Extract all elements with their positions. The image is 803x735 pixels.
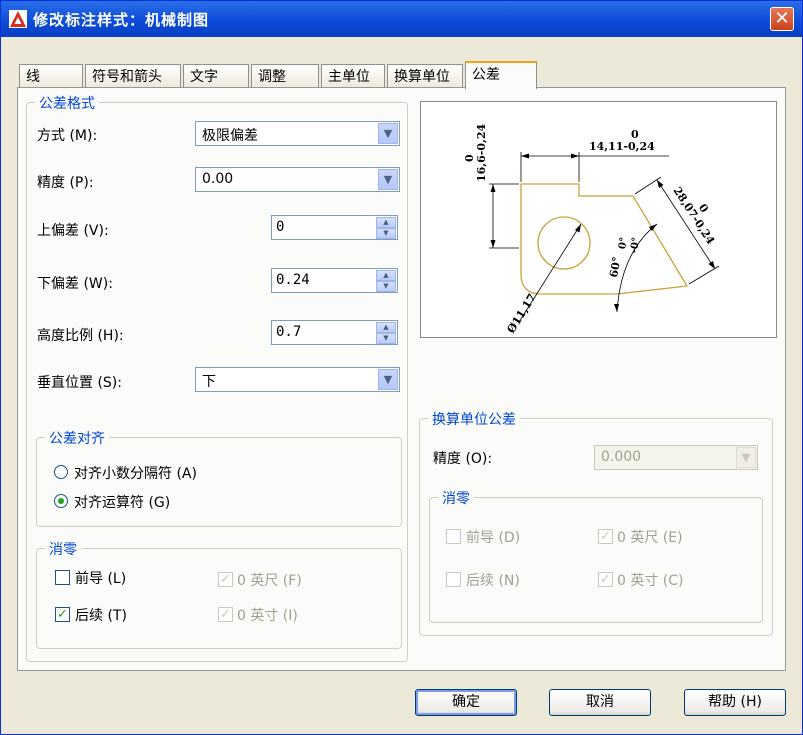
alt-zero-inches-label[interactable]: 0 英寸 (C) xyxy=(617,570,684,590)
alternate-unit-tolerance-title: 换算单位公差 xyxy=(428,409,520,429)
tolerance-format-title: 公差格式 xyxy=(35,93,99,113)
alt-zero-suppression-title: 消零 xyxy=(438,488,474,508)
chevron-down-icon[interactable]: ▼ xyxy=(378,123,398,144)
autocad-icon xyxy=(9,10,27,28)
upper-value-label: 上偏差 (V): xyxy=(37,223,109,239)
cancel-button[interactable]: 取消 xyxy=(549,689,651,716)
alt-precision-select[interactable]: 0.000 ▼ xyxy=(594,445,758,470)
lower-value: 0.24 xyxy=(276,272,310,288)
alt-zero-inches-checkbox[interactable]: ✓ xyxy=(598,572,613,587)
tab-primary-units[interactable]: 主单位 xyxy=(321,64,385,88)
align-decimal-radio[interactable] xyxy=(54,465,68,479)
precision-select[interactable]: 0.00 ▼ xyxy=(195,167,400,192)
align-decimal-label[interactable]: 对齐小数分隔符 (A) xyxy=(74,463,197,483)
help-button[interactable]: 帮助 (H) xyxy=(684,689,786,716)
height-scale-spinner[interactable]: 0.7 ▲ ▼ xyxy=(271,320,398,345)
leading-label[interactable]: 前导 (L) xyxy=(75,568,126,588)
chevron-down-icon[interactable]: ▼ xyxy=(736,447,756,468)
zero-suppression-group: 消零 xyxy=(36,539,402,649)
precision-value: 0.00 xyxy=(202,171,234,187)
alt-zero-suppression-group: 消零 xyxy=(429,488,763,623)
vertical-position-select[interactable]: 下 ▼ xyxy=(195,367,400,392)
height-scale-label: 高度比例 (H): xyxy=(37,328,124,344)
tolerance-alignment-title: 公差对齐 xyxy=(45,428,109,448)
precision-label: 精度 (P): xyxy=(37,175,94,191)
zero-feet-checkbox[interactable]: ✓ xyxy=(218,572,233,587)
alt-leading-label[interactable]: 前导 (D) xyxy=(466,527,520,547)
tab-lines[interactable]: 线 xyxy=(19,64,83,88)
alt-precision-label: 精度 (O): xyxy=(433,451,493,467)
preview-top-dimension: 14,11-0,24 xyxy=(589,140,655,153)
align-operator-radio[interactable] xyxy=(54,494,68,508)
alt-zero-feet-label[interactable]: 0 英尺 (E) xyxy=(617,527,683,547)
preview-angle-tol-lower: -0° xyxy=(629,236,643,254)
tab-alternate-units[interactable]: 换算单位 xyxy=(387,64,463,88)
lower-value-label: 下偏差 (W): xyxy=(37,276,113,292)
method-select[interactable]: 极限偏差 ▼ xyxy=(195,121,400,146)
preview-left-dimension: 16,6-0,24 xyxy=(475,124,488,182)
align-operator-label[interactable]: 对齐运算符 (G) xyxy=(74,492,170,512)
tab-text[interactable]: 文字 xyxy=(183,64,249,88)
tab-symbols-arrows[interactable]: 符号和箭头 xyxy=(85,64,181,88)
spin-down-icon[interactable]: ▼ xyxy=(376,333,396,344)
tab-fit[interactable]: 调整 xyxy=(251,64,319,88)
spin-up-icon[interactable]: ▲ xyxy=(376,217,396,228)
preview-diameter: Ø11,17 xyxy=(505,291,539,335)
upper-value: 0 xyxy=(276,219,285,235)
dialog-window: 修改标注样式：机械制图 ✕ 线 符号和箭头 文字 调整 主单位 换算单位 公差 … xyxy=(0,0,803,735)
vertical-position-value: 下 xyxy=(202,374,216,390)
height-scale-value: 0.7 xyxy=(276,324,302,340)
tab-tolerances[interactable]: 公差 xyxy=(465,61,537,89)
preview-drawing: 0 14,11-0,24 0 16,6-0,24 28,07-0,24 0 Ø1… xyxy=(463,124,720,336)
method-label: 方式 (M): xyxy=(37,128,98,144)
close-button[interactable]: ✕ xyxy=(770,7,794,31)
alt-leading-checkbox[interactable] xyxy=(446,529,461,544)
lower-value-spinner[interactable]: 0.24 ▲ ▼ xyxy=(271,268,398,293)
alt-trailing-checkbox[interactable] xyxy=(446,572,461,587)
vertical-position-label: 垂直位置 (S): xyxy=(37,375,122,391)
ok-button[interactable]: 确定 xyxy=(415,689,517,716)
window-title: 修改标注样式：机械制图 xyxy=(33,11,210,29)
chevron-down-icon[interactable]: ▼ xyxy=(378,169,398,190)
zero-suppression-title: 消零 xyxy=(45,539,81,559)
alt-zero-feet-checkbox[interactable]: ✓ xyxy=(598,529,613,544)
dimension-preview: 0 14,11-0,24 0 16,6-0,24 28,07-0,24 0 Ø1… xyxy=(420,101,777,338)
trailing-label[interactable]: 后续 (T) xyxy=(75,605,127,625)
zero-inches-checkbox[interactable]: ✓ xyxy=(218,607,233,622)
chevron-down-icon[interactable]: ▼ xyxy=(378,369,398,390)
alt-trailing-label[interactable]: 后续 (N) xyxy=(466,570,520,590)
title-bar[interactable]: 修改标注样式：机械制图 ✕ xyxy=(1,1,802,37)
spin-up-icon[interactable]: ▲ xyxy=(376,322,396,333)
alt-precision-value: 0.000 xyxy=(601,449,642,465)
preview-right-dimension: 28,07-0,24 xyxy=(670,185,717,248)
upper-value-spinner[interactable]: 0 ▲ ▼ xyxy=(271,215,398,240)
zero-feet-label[interactable]: 0 英尺 (F) xyxy=(237,570,302,590)
spin-down-icon[interactable]: ▼ xyxy=(376,281,396,292)
spin-up-icon[interactable]: ▲ xyxy=(376,270,396,281)
leading-checkbox[interactable] xyxy=(55,570,70,585)
zero-inches-label[interactable]: 0 英寸 (I) xyxy=(237,605,298,625)
trailing-checkbox[interactable]: ✓ xyxy=(55,607,70,622)
spin-down-icon[interactable]: ▼ xyxy=(376,228,396,239)
preview-angle-tol-upper: 0° xyxy=(617,236,630,250)
preview-angle: 60° xyxy=(607,256,623,279)
method-value: 极限偏差 xyxy=(202,128,258,144)
